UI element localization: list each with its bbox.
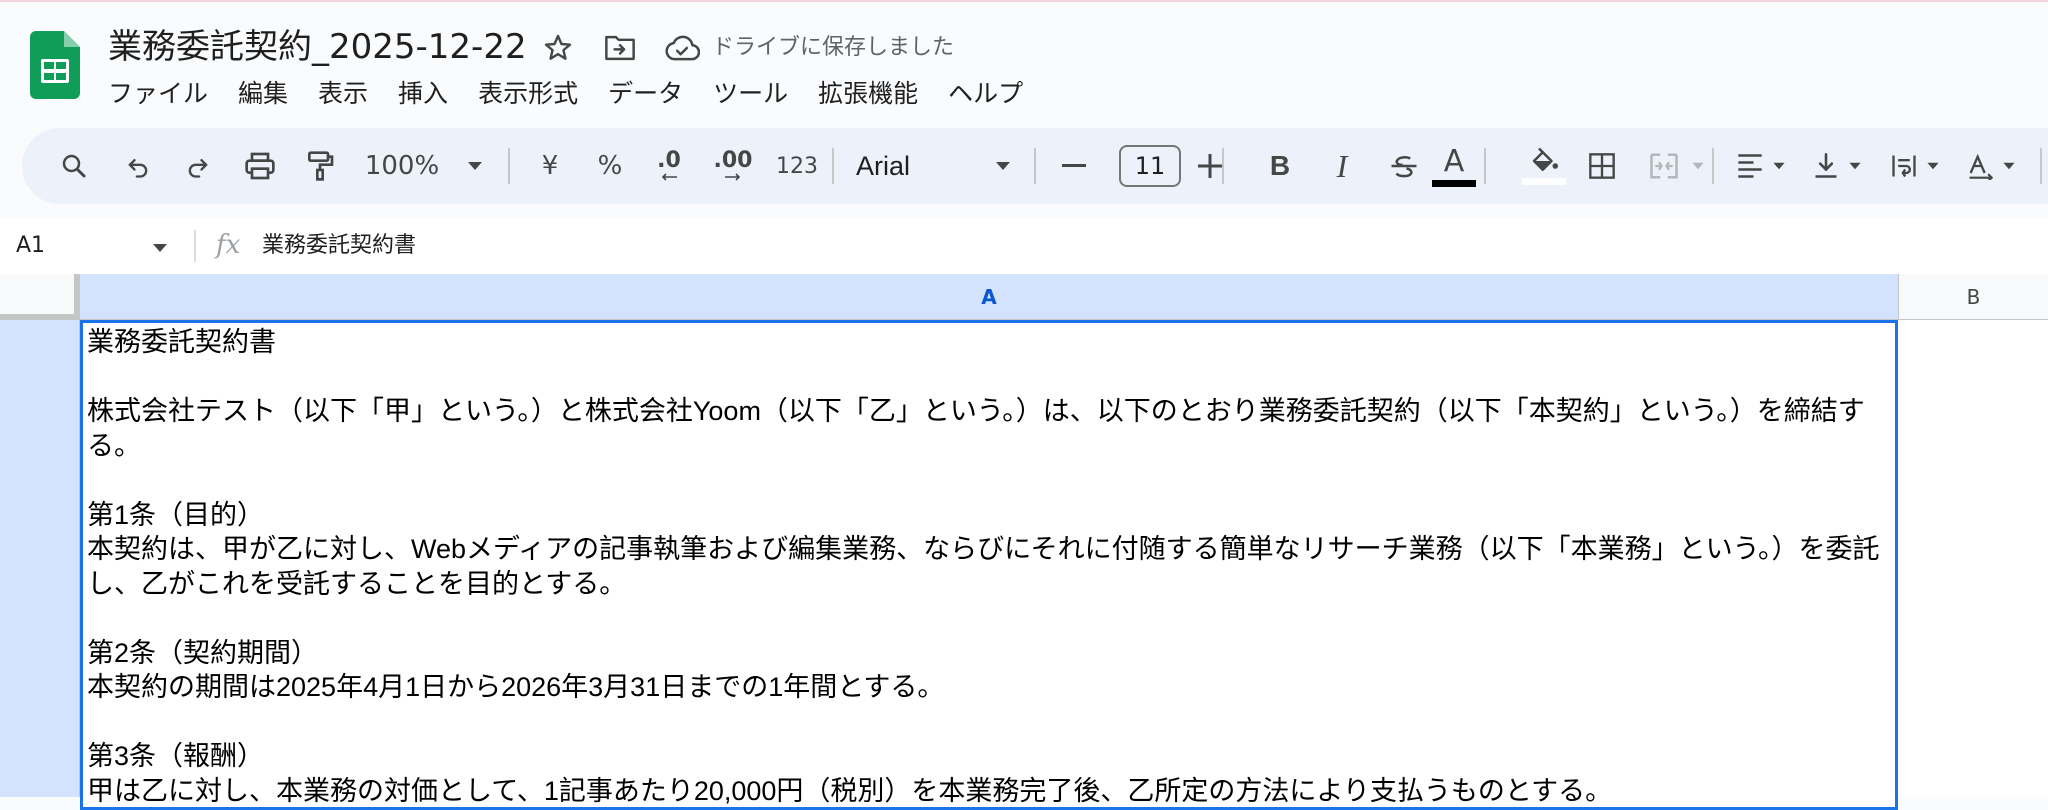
fill-color-swatch [1522,178,1566,185]
formula-bar-divider [194,230,196,262]
italic-button[interactable]: I [1320,128,1364,204]
merge-dropdown-arrow-icon[interactable] [1686,128,1710,204]
text-color-button[interactable]: A [1422,128,1486,204]
arrow-left-icon [661,173,677,181]
toolbar: 100% ¥ % .0 .00 123 Arial 11 B I A [22,128,2048,204]
font-size-input[interactable]: 11 [1119,145,1181,187]
menu-file[interactable]: ファイル [96,74,220,114]
strikethrough-icon[interactable] [1382,128,1426,204]
select-all-corner[interactable] [0,274,80,320]
menu-edit[interactable]: 編集 [226,74,300,114]
column-header-a[interactable]: A [80,274,1898,320]
formula-input[interactable]: 業務委託契約書 [262,228,416,264]
toolbar-divider [508,148,510,184]
font-family-select[interactable]: Arial [856,128,986,204]
menu-extensions[interactable]: 拡張機能 [806,74,930,114]
top-accent-line [0,0,2048,2]
increase-font-size-icon[interactable] [1188,128,1232,204]
undo-icon[interactable] [116,128,160,204]
font-dropdown-arrow-icon[interactable] [988,128,1018,204]
menu-insert[interactable]: 挿入 [386,74,460,114]
percent-format-button[interactable]: % [588,128,632,204]
document-title[interactable]: 業務委託契約_2025-12-22 [108,22,527,72]
menu-data[interactable]: データ [596,74,695,114]
toolbar-divider [1222,148,1224,184]
paint-format-icon[interactable] [298,128,342,204]
toolbar-divider [1712,148,1714,184]
column-header-b[interactable]: B [1898,274,2048,320]
menu-bar: ファイル 編集 表示 挿入 表示形式 データ ツール 拡張機能 ヘルプ [96,74,1041,114]
decrease-decimal-button[interactable]: .0 [644,128,694,204]
function-icon: fx [216,230,241,260]
star-icon[interactable] [538,28,578,68]
number-format-button[interactable]: 123 [770,128,824,204]
decrease-font-size-icon[interactable] [1052,128,1096,204]
arrow-right-icon [725,173,741,181]
menu-tools[interactable]: ツール [701,74,800,114]
toolbar-divider [1034,148,1036,184]
search-menus-icon[interactable] [52,128,96,204]
save-status-text[interactable]: ドライブに保存しました [712,30,954,66]
text-color-swatch [1432,179,1476,187]
valign-dropdown-arrow-icon[interactable] [1842,128,1868,204]
borders-icon[interactable] [1580,128,1624,204]
cloud-saved-icon[interactable] [662,28,702,68]
wrap-dropdown-arrow-icon[interactable] [1920,128,1946,204]
move-to-folder-icon[interactable] [600,28,640,68]
sheets-logo-icon[interactable] [30,31,80,99]
redo-icon[interactable] [176,128,220,204]
formula-bar: A1 fx 業務委託契約書 [0,218,2048,274]
toolbar-divider [832,148,834,184]
halign-dropdown-arrow-icon[interactable] [1766,128,1792,204]
row-header-1[interactable] [0,320,80,797]
zoom-dropdown-arrow-icon[interactable] [460,128,490,204]
name-box-dropdown-icon[interactable] [152,238,168,257]
zoom-select[interactable]: 100% [362,128,442,204]
increase-decimal-button[interactable]: .00 [706,128,760,204]
print-icon[interactable] [238,128,282,204]
rotation-dropdown-arrow-icon[interactable] [1996,128,2022,204]
fill-color-icon[interactable] [1518,128,1570,204]
menu-format[interactable]: 表示形式 [466,74,590,114]
name-box[interactable]: A1 [16,228,45,264]
merge-cells-icon[interactable] [1642,128,1686,204]
menu-view[interactable]: 表示 [306,74,380,114]
menu-help[interactable]: ヘルプ [936,74,1035,114]
sheet-grid: A B 業務委託契約書 株式会社テスト（以下「甲」という。）と株式会社Yoom（… [0,274,2048,810]
currency-format-button[interactable]: ¥ [528,128,572,204]
cell-b1[interactable] [1898,320,2048,797]
cell-a1-selected[interactable]: 業務委託契約書 株式会社テスト（以下「甲」という。）と株式会社Yoom（以下「乙… [80,320,1898,810]
toolbar-divider [2040,148,2042,184]
toolbar-divider [1484,148,1486,184]
bold-button[interactable]: B [1258,128,1302,204]
cell-a1-content: 業務委託契約書 株式会社テスト（以下「甲」という。）と株式会社Yoom（以下「乙… [87,327,1880,806]
